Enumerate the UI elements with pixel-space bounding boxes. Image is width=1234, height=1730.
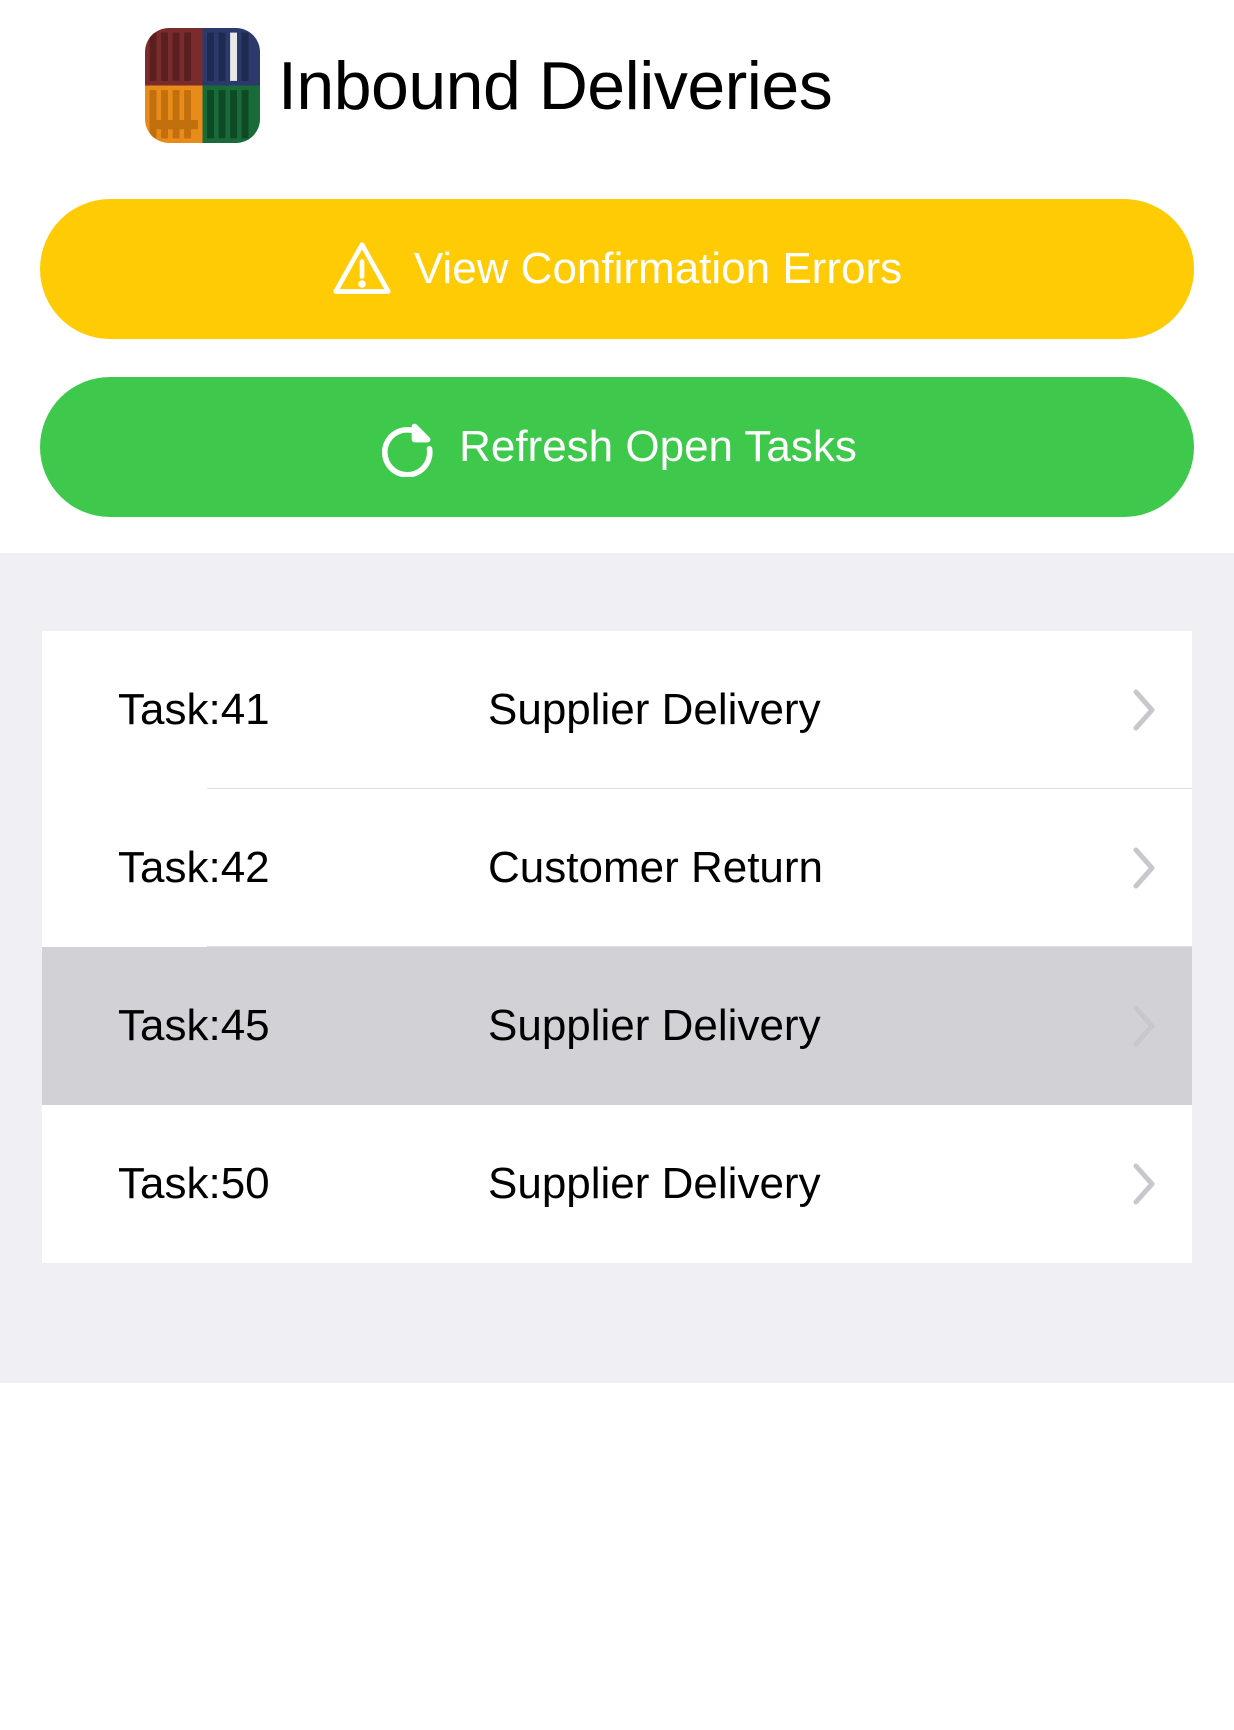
task-type: Supplier Delivery bbox=[488, 1001, 1112, 1051]
task-type: Supplier Delivery bbox=[488, 1159, 1112, 1209]
task-type: Customer Return bbox=[488, 843, 1112, 893]
task-row[interactable]: Task:45Supplier Delivery bbox=[42, 947, 1192, 1105]
task-list-section: Task:41Supplier DeliveryTask:42Customer … bbox=[0, 553, 1234, 1383]
task-label: Task:41 bbox=[118, 685, 488, 735]
task-label: Task:45 bbox=[118, 1001, 488, 1051]
refresh-button[interactable]: Refresh Open Tasks bbox=[40, 377, 1194, 517]
task-list: Task:41Supplier DeliveryTask:42Customer … bbox=[42, 631, 1192, 1263]
app-icon bbox=[145, 28, 260, 143]
task-row[interactable]: Task:41Supplier Delivery bbox=[42, 631, 1192, 789]
task-label: Task:42 bbox=[118, 843, 488, 893]
task-row[interactable]: Task:42Customer Return bbox=[42, 789, 1192, 947]
view-errors-label: View Confirmation Errors bbox=[414, 244, 902, 294]
header-row: Inbound Deliveries bbox=[40, 28, 1194, 143]
chevron-right-icon bbox=[1132, 1004, 1158, 1048]
chevron-right-icon bbox=[1132, 1162, 1158, 1206]
chevron-right-icon bbox=[1132, 688, 1158, 732]
task-type: Supplier Delivery bbox=[488, 685, 1112, 735]
task-row[interactable]: Task:50Supplier Delivery bbox=[42, 1105, 1192, 1263]
warning-icon bbox=[332, 239, 392, 299]
task-label: Task:50 bbox=[118, 1159, 488, 1209]
page-title: Inbound Deliveries bbox=[278, 47, 832, 125]
view-errors-button[interactable]: View Confirmation Errors bbox=[40, 199, 1194, 339]
refresh-label: Refresh Open Tasks bbox=[459, 422, 857, 472]
refresh-icon bbox=[377, 417, 437, 477]
chevron-right-icon bbox=[1132, 846, 1158, 890]
